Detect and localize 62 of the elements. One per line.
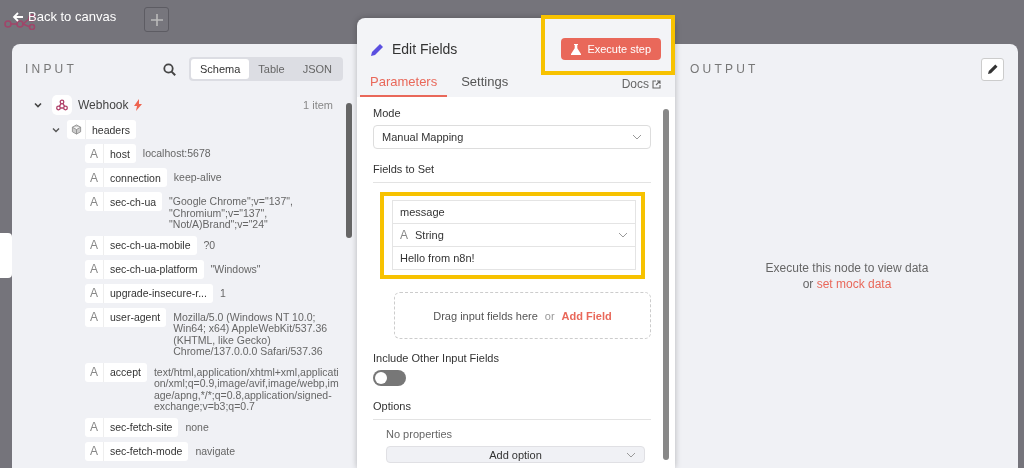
schema-key[interactable]: A sec-ch-ua-platform [85, 259, 204, 279]
panel-title: INPUT [25, 62, 78, 76]
chevron-down-icon [626, 452, 636, 458]
cube-icon [70, 124, 82, 135]
or-text: or [544, 309, 555, 322]
view-tab[interactable]: Schema [191, 59, 250, 79]
type-dropdown[interactable]: A String [392, 223, 636, 247]
panel-title: OUTPUT [690, 62, 760, 76]
node-name: Webhook [78, 98, 129, 112]
node-title: Edit Fields [392, 41, 458, 57]
edit-output-button[interactable] [981, 57, 1004, 81]
field-label: Include Other Input Fields [373, 352, 500, 364]
field-value: "Windows" [210, 261, 262, 275]
schema-key[interactable]: A sec-fetch-mode [85, 441, 189, 461]
view-tab[interactable]: JSON [293, 59, 341, 79]
field-value: text/html,application/xhtml+xml,application/xml;q=0.9,image/avif,image/webp,image/apng,*/*;q=0.8,application/signed-exchange;v=b3;q=0.7 [153, 364, 339, 413]
add-option-dropdown[interactable]: Add option [386, 446, 645, 463]
pencil-icon [986, 63, 999, 75]
add-node-button[interactable] [144, 7, 170, 32]
field-value: 1 [219, 285, 227, 299]
value-input[interactable]: Hello from n8n! [392, 246, 636, 270]
back-to-canvas-link[interactable]: Back to canvas [12, 7, 117, 24]
field-value: none [185, 419, 210, 433]
search-icon[interactable] [163, 62, 176, 76]
empty-text: No properties [386, 428, 454, 440]
mode-dropdown[interactable]: Manual Mapping [373, 125, 651, 149]
schema-key[interactable]: A sec-ch-ua-mobile [85, 235, 197, 255]
schema-key[interactable]: A upgrade-insecure-r... [85, 283, 213, 303]
schema-key[interactable]: headers [67, 120, 136, 139]
pencil-icon [370, 41, 385, 57]
schema-key[interactable]: A sec-ch-ua [85, 192, 163, 211]
chevron-icon[interactable] [33, 100, 43, 110]
schema-key[interactable]: A user-agent [85, 307, 167, 327]
lightning-icon [134, 99, 143, 111]
field-value: keep-alive [173, 170, 223, 184]
back-arrow-icon [12, 10, 24, 23]
field-value: navigate [195, 443, 237, 457]
drop-hint: Drag input fields here [433, 309, 538, 322]
chevron-down-icon [632, 134, 642, 140]
field-label: Mode [373, 107, 402, 119]
schema-key[interactable]: A accept [85, 362, 147, 382]
toggle-switch[interactable] [373, 370, 406, 386]
docs-link[interactable]: Docs [621, 77, 661, 97]
chevron-down-icon [618, 232, 628, 238]
schema-key[interactable]: A host [85, 144, 136, 163]
flask-icon [571, 43, 582, 55]
view-tab[interactable]: Table [249, 59, 294, 79]
external-link-icon [652, 79, 661, 89]
webhook-node-icon [52, 95, 72, 115]
editor-tab[interactable]: Settings [451, 70, 519, 97]
plus-icon [150, 13, 163, 26]
field-value: ?0 [203, 237, 217, 251]
section-label: Fields to Set [373, 163, 436, 175]
field-value: localhost:5678 [142, 146, 212, 160]
section-label: Options [373, 400, 412, 412]
field-value: Mozilla/5.0 (Windows NT 10.0; Win64; x64) AppleWebKit/537.36 (KHTML, like Gecko) Chrome/137.0.0.0 Safari/537.36 [173, 309, 329, 358]
field-value: "Google Chrome";v="137", "Chromium";v="137", "Not/A)Brand";v="24" [169, 194, 294, 231]
schema-key[interactable]: A sec-fetch-site [85, 417, 179, 437]
name-input[interactable]: message [392, 200, 636, 224]
empty-message: Execute this node to view data or set mock data [764, 260, 930, 292]
item-count: 1 item [303, 99, 333, 111]
schema-key[interactable]: A connection [85, 168, 167, 187]
